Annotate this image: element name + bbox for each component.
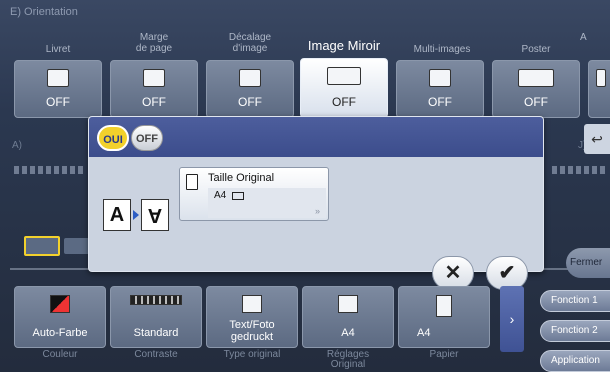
back-button[interactable]: ↩ — [584, 124, 610, 154]
color-value: Auto-Farbe — [32, 327, 88, 339]
booklet-icon — [47, 69, 69, 87]
checkmark-icon: ✔ — [498, 262, 516, 284]
tab-poster-label: Poster — [521, 44, 551, 55]
booklet-button[interactable]: OFF — [14, 60, 102, 118]
layout-toggle-other[interactable] — [64, 238, 90, 254]
cancel-button[interactable]: ✕ — [432, 256, 474, 290]
color-icon — [50, 295, 70, 313]
landscape-page-icon — [232, 192, 244, 200]
function-2-button[interactable]: Fonction 2 — [540, 320, 610, 342]
original-type-button[interactable]: Text/Foto gedruckt — [206, 286, 298, 348]
mirror-preview: A A — [103, 199, 169, 231]
color-label: Couleur — [42, 349, 78, 360]
page-margin-icon — [143, 69, 165, 87]
ok-button[interactable]: ✔ — [486, 256, 528, 290]
multi-image-icon — [429, 69, 451, 87]
tab-multi-images-label: Multi-images — [413, 44, 471, 55]
layout-toggle-selected[interactable] — [24, 236, 60, 256]
multi-image-value: OFF — [428, 95, 452, 109]
close-panel-button[interactable]: Fermer — [566, 248, 610, 278]
contrast-icon — [130, 295, 182, 305]
poster-icon — [518, 69, 554, 87]
tab-marge-label: Marge de page — [135, 32, 173, 54]
image-shift-value: OFF — [238, 95, 262, 109]
mirror-arrow-icon — [133, 210, 139, 220]
mirror-image-icon — [327, 67, 361, 85]
original-size-value: A4 — [214, 190, 227, 201]
mirror-original-glyph: A — [103, 199, 131, 231]
function-1-button[interactable]: Fonction 1 — [540, 290, 610, 312]
color-button[interactable]: Auto-Farbe — [14, 286, 106, 348]
row-label-a: A) — [12, 140, 22, 151]
close-icon: ✕ — [444, 262, 462, 284]
contrast-value: Standard — [133, 327, 179, 339]
off-toggle-button[interactable]: OFF — [131, 125, 163, 151]
more-button[interactable] — [588, 60, 610, 118]
paper-icon — [436, 295, 452, 317]
image-shift-button[interactable]: OFF — [206, 60, 294, 118]
application-button[interactable]: Application — [540, 350, 610, 372]
row-divider-left — [14, 166, 84, 174]
original-settings-label: Réglages Original — [326, 349, 370, 370]
original-settings-button[interactable]: A4 — [302, 286, 394, 348]
mirror-flipped-glyph: A — [141, 199, 169, 231]
more-icon — [596, 69, 606, 87]
page-margin-value: OFF — [142, 95, 166, 109]
screen: E) Orientation Livret Marge de page Déca… — [0, 0, 610, 372]
on-toggle-button[interactable]: OUI — [97, 125, 129, 151]
mirror-image-value: OFF — [332, 95, 356, 109]
original-settings-value: A4 — [341, 327, 355, 339]
header: E) Orientation — [0, 0, 610, 26]
row-divider-right — [552, 166, 608, 174]
document-icon — [186, 174, 198, 190]
contrast-label: Contraste — [134, 349, 178, 360]
mirror-image-dialog: OUI OFF A A Taille Original A4 » — [88, 116, 544, 272]
original-size-title: Taille Original — [208, 172, 275, 184]
original-type-label: Type original — [223, 349, 281, 360]
tab-more-label: A — [580, 32, 587, 43]
next-page-button[interactable]: › — [500, 286, 524, 352]
chevron-right-icon: › — [509, 311, 515, 327]
back-arrow-icon: ↩ — [591, 131, 603, 147]
multi-image-button[interactable]: OFF — [396, 60, 484, 118]
mirror-image-button[interactable]: OFF — [300, 58, 388, 118]
image-shift-icon — [239, 69, 261, 87]
original-type-value: Text/Foto gedruckt — [229, 319, 275, 343]
original-settings-icon — [338, 295, 358, 313]
expand-chevron-icon: » — [314, 206, 320, 216]
page-margin-button[interactable]: OFF — [110, 60, 198, 118]
dialog-header: OUI OFF — [89, 117, 543, 157]
paper-value: A4 — [417, 327, 431, 339]
original-size-panel: A4 » — [208, 188, 326, 218]
booklet-value: OFF — [46, 95, 70, 109]
poster-value: OFF — [524, 95, 548, 109]
contrast-button[interactable]: Standard — [110, 286, 202, 348]
paper-button[interactable]: A4 — [398, 286, 490, 348]
tab-decalage-label: Décalage d'image — [228, 32, 272, 54]
original-size-button[interactable]: Taille Original A4 » — [179, 167, 329, 221]
tab-image-miroir-label: Image Miroir — [307, 38, 381, 53]
header-caption: E) Orientation — [10, 6, 78, 18]
tab-livret-label: Livret — [45, 44, 71, 55]
paper-label: Papier — [429, 349, 459, 360]
poster-button[interactable]: OFF — [492, 60, 580, 118]
text-photo-icon — [242, 295, 262, 313]
